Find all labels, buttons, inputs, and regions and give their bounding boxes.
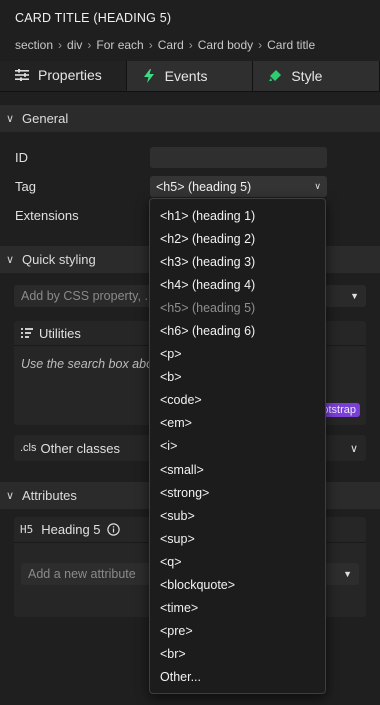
- chevron-down-icon: ∨: [6, 113, 15, 125]
- section-title: Quick styling: [22, 252, 96, 267]
- dropdown-item-h4[interactable]: <h4> (heading 4): [150, 273, 325, 296]
- tag-label: Tag: [15, 179, 36, 194]
- tab-label: Properties: [38, 67, 102, 83]
- dropdown-item-q[interactable]: <q>: [150, 550, 325, 573]
- dropdown-item-small[interactable]: <small>: [150, 458, 325, 481]
- tag-dropdown-menu: <h1> (heading 1) <h2> (heading 2) <h3> (…: [149, 198, 326, 694]
- dropdown-item-br[interactable]: <br>: [150, 643, 325, 666]
- section-general-header[interactable]: ∨ General: [0, 105, 380, 132]
- chevron-right-icon: ›: [188, 38, 193, 52]
- other-classes-title: Other classes: [40, 440, 120, 456]
- dropdown-item-time[interactable]: <time>: [150, 597, 325, 620]
- panel-header: CARD TITLE (HEADING 5) section › div › F…: [0, 0, 380, 61]
- tab-events[interactable]: Events: [126, 61, 254, 91]
- dropdown-item-b[interactable]: <b>: [150, 366, 325, 389]
- dropdown-item-i[interactable]: <i>: [150, 435, 325, 458]
- chevron-down-icon: ∨: [6, 254, 15, 266]
- caret-down-icon: ▼: [350, 291, 359, 301]
- section-title: Attributes: [22, 488, 77, 503]
- dropdown-item-strong[interactable]: <strong>: [150, 481, 325, 504]
- dropdown-item-p[interactable]: <p>: [150, 343, 325, 366]
- id-input[interactable]: [150, 147, 327, 168]
- info-icon[interactable]: [106, 523, 120, 536]
- breadcrumb-item[interactable]: Card: [158, 38, 184, 52]
- sliders-icon: [14, 69, 30, 81]
- chevron-right-icon: ›: [58, 38, 63, 52]
- caret-down-icon: ▼: [343, 569, 352, 579]
- breadcrumb: section › div › For each › Card › Card b…: [15, 38, 365, 52]
- dropdown-item-sup[interactable]: <sup>: [150, 527, 325, 550]
- css-property-placeholder: Add by CSS property, ...: [21, 289, 155, 303]
- h5-tag-icon: H5: [20, 523, 34, 536]
- section-title: General: [22, 111, 69, 126]
- dropdown-item-h6[interactable]: <h6> (heading 6): [150, 319, 325, 342]
- dropdown-item-h3[interactable]: <h3> (heading 3): [150, 250, 325, 273]
- dropdown-item-h2[interactable]: <h2> (heading 2): [150, 227, 325, 250]
- breadcrumb-item[interactable]: Card title: [267, 38, 315, 52]
- tag-row: Tag <h5> (heading 5) ∨: [0, 172, 380, 201]
- utilities-title: Utilities: [39, 325, 81, 341]
- breadcrumb-item[interactable]: div: [67, 38, 82, 52]
- utilities-icon: [21, 328, 33, 338]
- dropdown-item-h1[interactable]: <h1> (heading 1): [150, 204, 325, 227]
- dropdown-item-pre[interactable]: <pre>: [150, 620, 325, 643]
- component-title: CARD TITLE (HEADING 5): [15, 11, 172, 25]
- chevron-right-icon: ›: [258, 38, 263, 52]
- breadcrumb-item[interactable]: Card body: [198, 38, 253, 52]
- paint-bucket-icon: [267, 69, 283, 83]
- lightning-icon: [141, 69, 157, 83]
- panel-tabs: Properties Events Style: [0, 61, 380, 92]
- tab-style[interactable]: Style: [253, 61, 380, 91]
- other-classes-label-wrap: .cls Other classes: [20, 441, 120, 456]
- tab-label: Style: [291, 68, 323, 84]
- tag-select[interactable]: <h5> (heading 5) ∨: [150, 176, 327, 197]
- element-label: Heading 5: [41, 522, 101, 537]
- breadcrumb-item[interactable]: For each: [96, 38, 143, 52]
- dropdown-item-em[interactable]: <em>: [150, 412, 325, 435]
- cls-icon: .cls: [20, 442, 37, 454]
- chevron-down-icon: ∨: [6, 490, 15, 502]
- extensions-label: Extensions: [15, 208, 79, 223]
- dropdown-item-other[interactable]: Other...: [150, 666, 325, 689]
- dropdown-item-h5: <h5> (heading 5): [160, 300, 256, 315]
- breadcrumb-item[interactable]: section: [15, 38, 53, 52]
- chevron-down-icon: ∨: [314, 181, 321, 191]
- new-attribute-placeholder: Add a new attribute: [28, 567, 136, 581]
- id-label: ID: [15, 150, 28, 165]
- tab-label: Events: [164, 68, 208, 84]
- tab-properties[interactable]: Properties: [0, 61, 127, 91]
- dropdown-item-blockquote[interactable]: <blockquote>: [150, 574, 325, 597]
- tag-select-value: <h5> (heading 5): [156, 179, 252, 194]
- chevron-right-icon: ›: [148, 38, 153, 52]
- chevron-down-icon: ∨: [349, 442, 358, 455]
- dropdown-item-code[interactable]: <code>: [150, 389, 325, 412]
- chevron-right-icon: ›: [87, 38, 92, 52]
- id-row: ID: [0, 143, 380, 172]
- dropdown-item-sub[interactable]: <sub>: [150, 504, 325, 527]
